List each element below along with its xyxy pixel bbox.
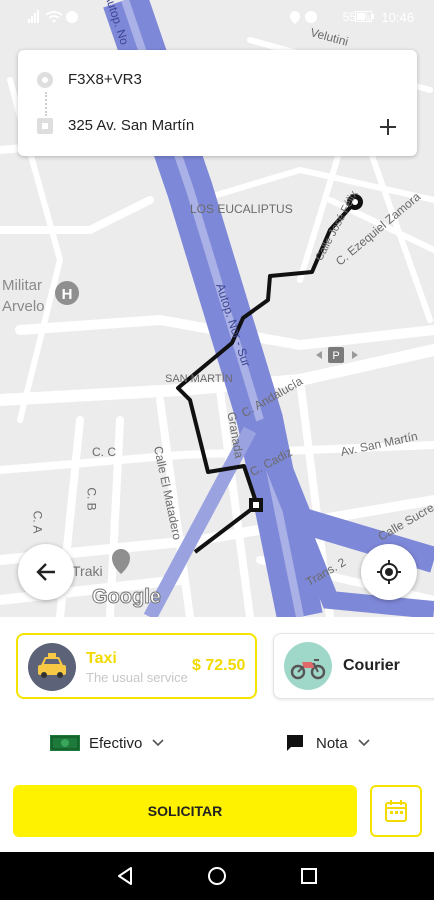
route-card: F3X8+VR3 325 Av. San Martín — [18, 50, 417, 156]
nav-back-icon[interactable] — [115, 866, 135, 886]
destination-field[interactable]: 325 Av. San Martín — [68, 117, 194, 134]
service-price: $ 72.50 — [192, 657, 246, 674]
service-subtitle: The usual service — [86, 670, 188, 685]
chevron-down-icon — [358, 739, 370, 747]
location-icon — [290, 11, 317, 24]
service-title: Courier — [343, 657, 400, 674]
calendar-icon — [385, 800, 407, 822]
cash-icon — [50, 735, 80, 751]
service-title: Taxi — [86, 650, 117, 667]
battery-icon — [355, 11, 374, 22]
clock: 10:46 — [381, 10, 414, 25]
svg-text:P: P — [332, 350, 339, 362]
back-button[interactable] — [18, 544, 74, 600]
svg-text:H: H — [62, 286, 73, 303]
map-label: C. B — [84, 487, 99, 511]
schedule-button[interactable] — [370, 785, 422, 837]
crosshair-icon — [377, 560, 401, 584]
system-nav-bar — [0, 852, 434, 900]
request-button[interactable]: SOLICITAR — [13, 785, 357, 837]
map-label: C. C — [92, 445, 116, 459]
nav-recents-icon[interactable] — [300, 867, 318, 885]
map-label: Traki — [72, 563, 103, 579]
map-label: LOS EUCALIPTUS — [190, 202, 293, 216]
chevron-down-icon — [152, 739, 164, 747]
service-card-courier[interactable]: Courier — [273, 633, 434, 699]
origin-dot-icon — [37, 72, 53, 88]
signal-icon — [28, 10, 78, 23]
map-label: Arvelo — [2, 298, 45, 315]
motorcycle-icon — [284, 642, 332, 690]
map-label: C. A — [30, 510, 45, 534]
nav-home-icon[interactable] — [207, 866, 227, 886]
note-selector[interactable]: Nota — [286, 729, 370, 757]
payment-selector[interactable]: Efectivo — [50, 729, 164, 757]
note-icon — [287, 735, 303, 751]
origin-field[interactable]: F3X8+VR3 — [68, 71, 142, 88]
destination-square-icon — [37, 118, 53, 134]
arrow-left-icon — [36, 563, 55, 581]
map-label: Militar — [2, 277, 42, 294]
taxi-icon — [28, 643, 76, 691]
map-label: SAN MARTÍN — [165, 373, 233, 385]
add-stop-icon[interactable] — [378, 117, 398, 137]
bottom-panel: Taxi The usual service $ 72.50 Courier E… — [0, 617, 434, 852]
status-bar: 55 % 10:46 — [0, 0, 434, 34]
service-card-taxi[interactable]: Taxi The usual service $ 72.50 — [16, 633, 257, 699]
payment-label: Efectivo — [89, 734, 143, 752]
google-logo: Google — [92, 586, 162, 609]
my-location-button[interactable] — [361, 544, 417, 600]
route-connector — [45, 92, 47, 116]
note-label: Nota — [316, 734, 348, 752]
